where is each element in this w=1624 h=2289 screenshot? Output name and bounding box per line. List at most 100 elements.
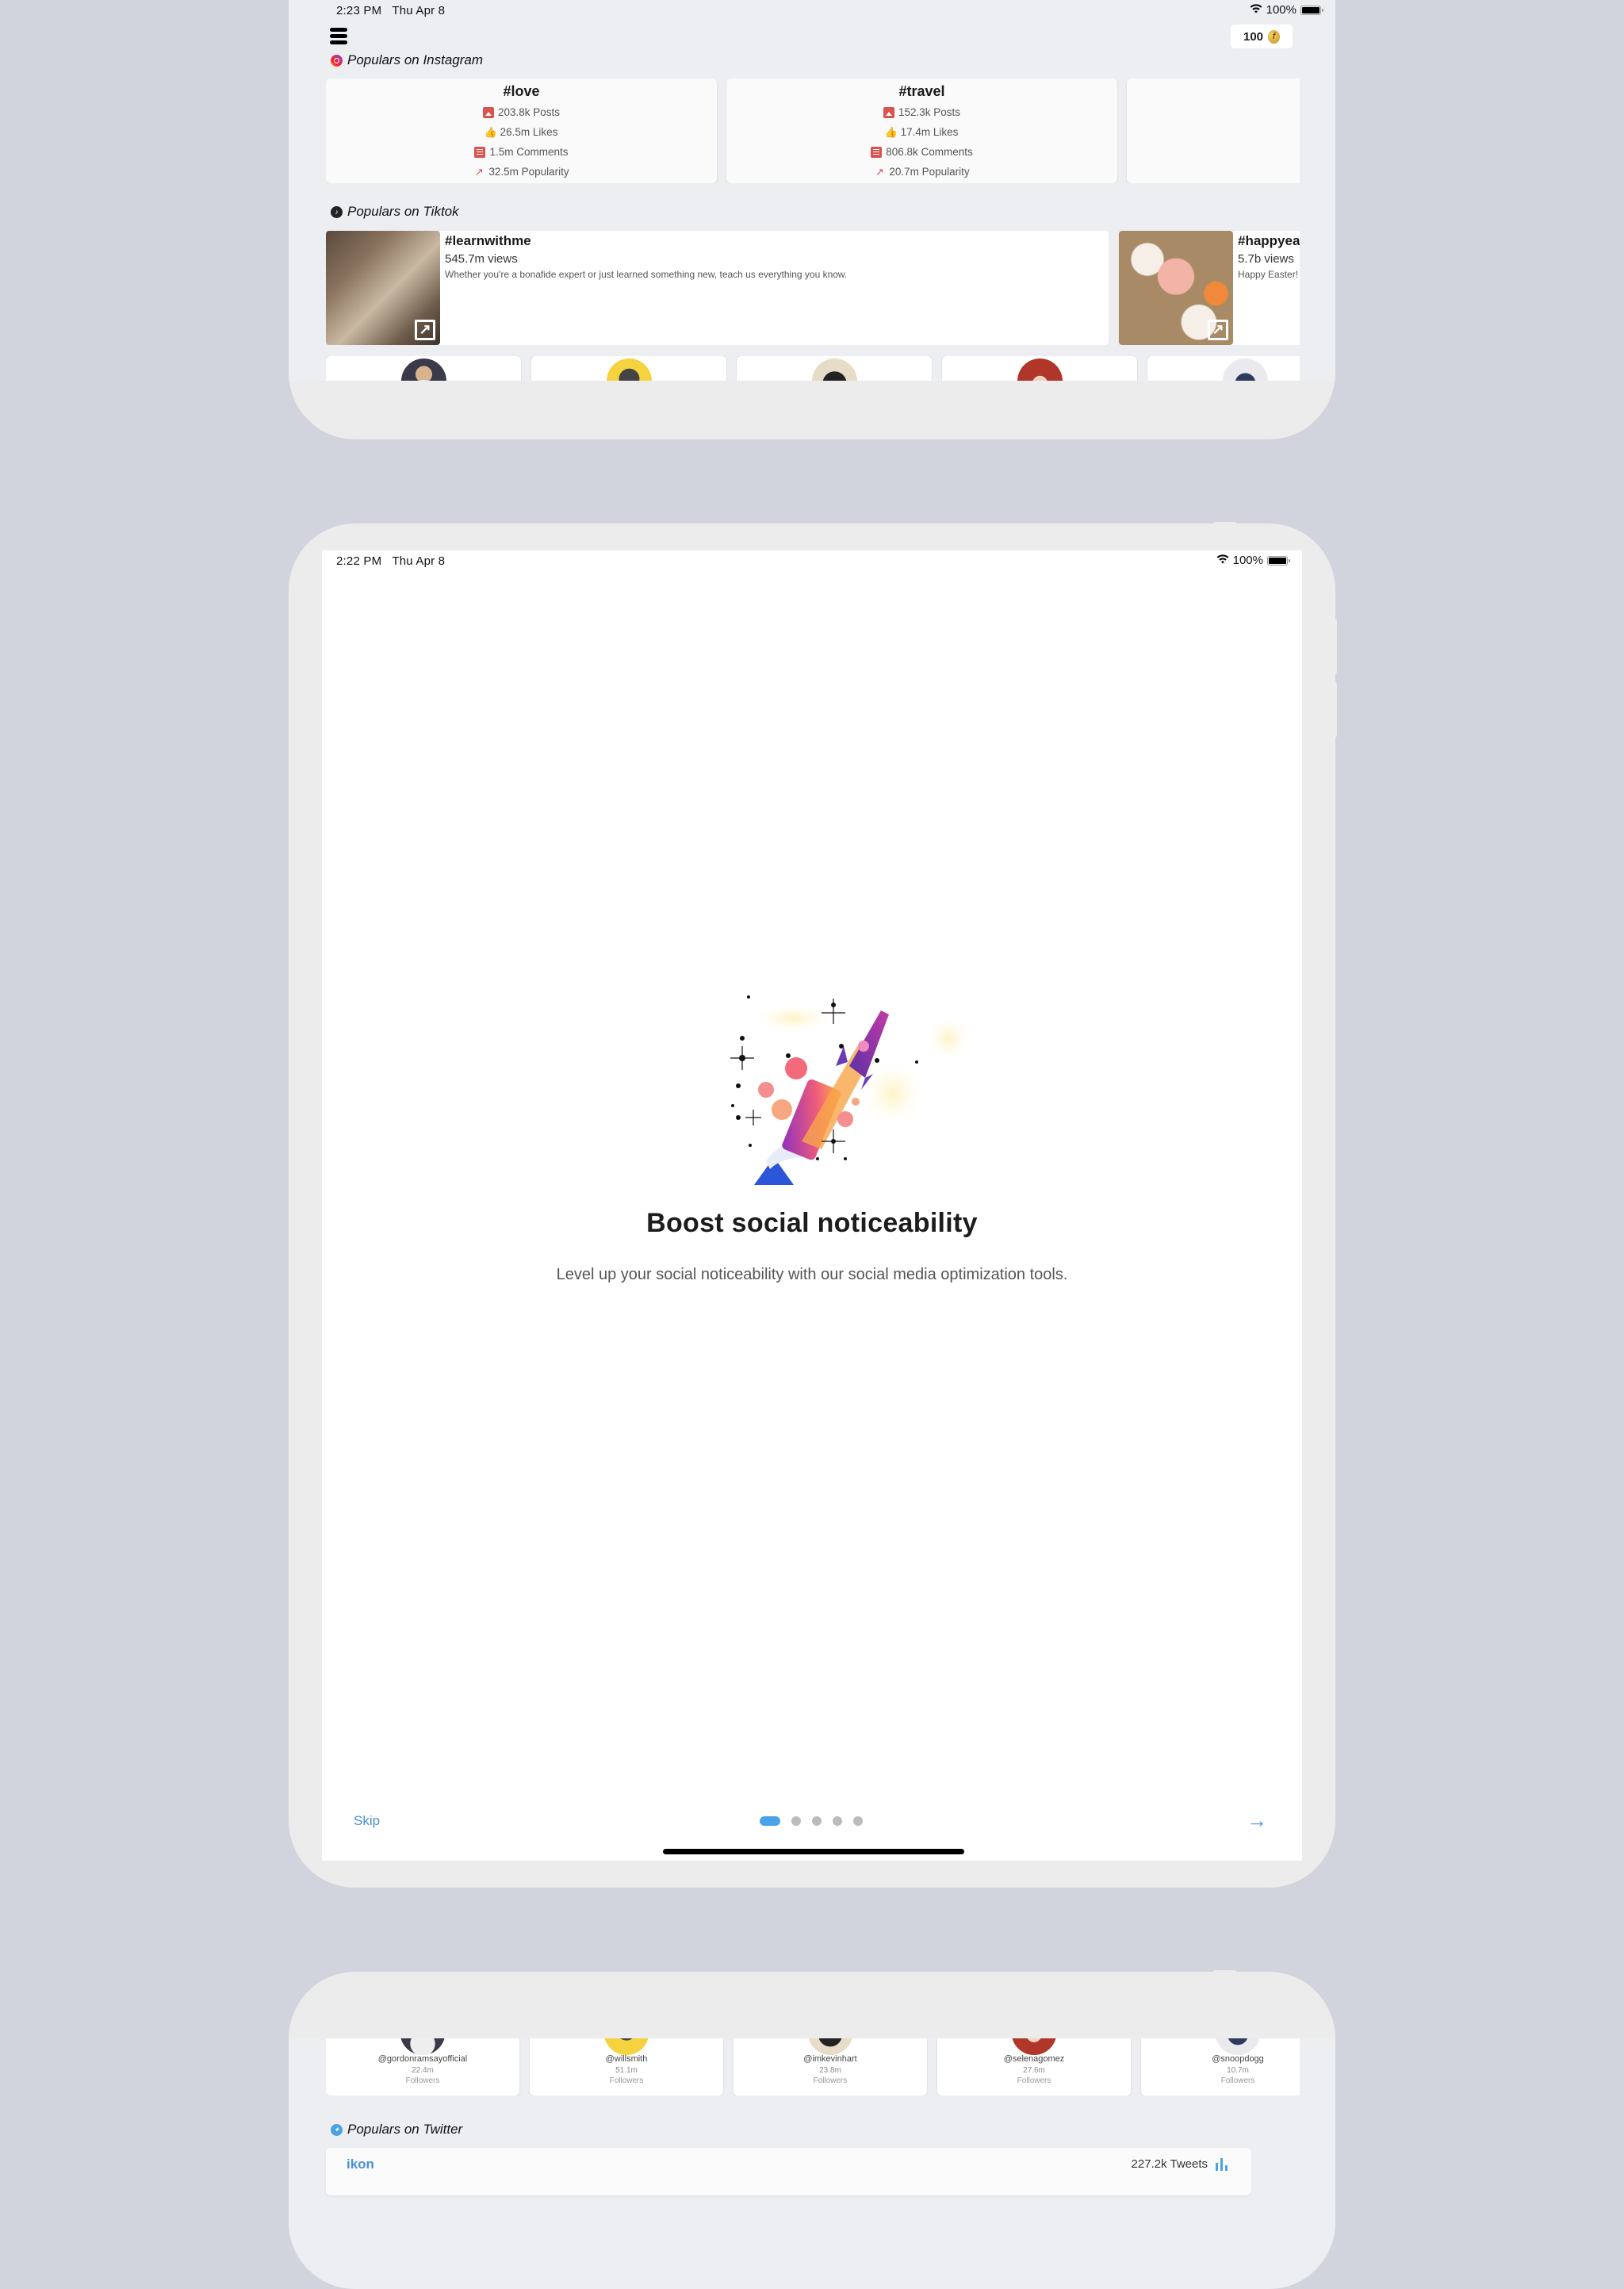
twitter-icon: ✦ [331,2123,343,2136]
page-dot[interactable] [853,1816,863,1826]
celebrity-handle: @gordonramsayofficial [377,2054,468,2064]
next-arrow-button[interactable]: → [1247,1808,1267,1833]
wifi-icon [1216,554,1229,567]
coin-balance-badge[interactable]: 100 f [1231,25,1293,48]
hamburger-menu-icon[interactable] [330,28,347,44]
thumbs-up-icon: 👍 [884,125,898,138]
follower-label: Followers [1017,2076,1051,2085]
celebrity-card[interactable] [531,356,726,381]
avatar [1215,2038,1261,2055]
comment-icon [871,146,883,158]
onboarding-screen: 2:22 PM Thu Apr 8 100% Boost social noti… [322,550,1302,1861]
avatar [400,358,446,381]
hashtag-card[interactable]: #love 203.8k Posts 👍 26.5m Likes 1.5m Com… [326,79,717,183]
gold-coin-icon: f [1268,29,1281,44]
bar-chart-icon [1216,2157,1228,2171]
external-link-icon[interactable]: ↗ [415,320,435,340]
hashtag-description: Whether you're a bonafide expert or just… [445,269,848,280]
celebrity-card[interactable] [1147,356,1300,381]
celebrity-card[interactable] [942,356,1137,381]
follower-label: Followers [609,2076,644,2085]
celebrity-card[interactable]: @selenagomez 27.6m Followers [937,2038,1131,2095]
celebrity-card[interactable]: @imkevinhart 23.8m Followers [733,2038,927,2095]
tweet-count: 227.2k Tweets [1132,2157,1228,2171]
page-indicator[interactable] [760,1816,863,1826]
status-time: 2:23 PM Thu Apr 8 [336,4,446,17]
tiktok-hashtag-carousel[interactable]: ↗ #learnwithme 545.7m views Whether you'… [326,231,1300,345]
section-title-text: Populars on Twitter [347,2122,463,2137]
page-dot[interactable] [833,1816,842,1826]
hashtag-name: #travel [898,83,945,99]
follower-count: 22.4m [412,2066,434,2075]
follower-count: 51.1m [615,2066,638,2075]
hashtag-name: #learnwithme [445,233,531,248]
hashtag-thumbnail: ↗ [326,231,440,345]
twitter-section-title: ✦ Populars on Twitter [331,2122,462,2138]
status-bar: 2:22 PM Thu Apr 8 100% [322,550,1302,573]
wifi-icon [1250,3,1262,17]
skip-button[interactable]: Skip [354,1813,380,1829]
hashtag-name: #love [503,83,540,99]
device-frame-onboarding: 2:22 PM Thu Apr 8 100% Boost social noti… [289,523,1335,1888]
avatar [1222,358,1268,381]
view-count: 5.7b views [1238,252,1294,266]
celebrity-carousel[interactable] [326,356,1300,381]
follower-count: 27.6m [1023,2066,1045,2075]
onboarding-title: Boost social noticeability [646,1208,978,1238]
status-bar: 2:23 PM Thu Apr 8 100% [289,0,1335,22]
follower-count: 10.7m [1227,2066,1249,2075]
celebrity-handle: @imkevinhart [803,2054,857,2064]
section-title-text: Populars on Tiktok [347,204,459,219]
image-icon [883,106,894,118]
page-dot[interactable] [791,1816,801,1826]
tiktok-card[interactable]: ↗ #learnwithme 545.7m views Whether you'… [326,231,1109,345]
tweet-count-text: 227.2k Tweets [1131,2157,1208,2171]
home-indicator[interactable] [663,1849,964,1854]
celebrity-card[interactable] [737,356,932,381]
thumbs-up-icon: 👍 [484,125,497,138]
celebrity-card[interactable] [326,356,521,381]
tiktok-section-title: ♪ Populars on Tiktok [331,204,459,220]
hashtag-thumbnail: ↗ [1119,231,1233,345]
view-count: 545.7m views [445,252,518,266]
section-title-text: Populars on Instagram [347,52,484,67]
page-dot-active[interactable] [760,1816,780,1826]
page-dot[interactable] [812,1816,822,1826]
external-link-icon[interactable]: ↗ [1208,320,1228,340]
onboarding-subtitle: Level up your social noticeability with … [556,1266,1068,1283]
hashtag-card[interactable]: #travel 152.3k Posts 👍 17.4m Likes 806.8k… [726,79,1117,183]
comments-stat: 1.5m Comments [474,142,569,162]
avatar [807,2038,853,2055]
dashboard-screen: 2:23 PM Thu Apr 8 100% 100 f Populars on… [289,0,1335,381]
avatar [606,358,652,381]
avatar [400,2038,446,2055]
celebrity-carousel[interactable]: @gordonramsayofficial 22.4m Followers @w… [326,2038,1300,2095]
rocket-launch-illustration [730,995,972,1185]
tiktok-card[interactable]: ↗ #happyea 5.7b views Happy Easter! [1119,231,1300,345]
popularity-stat: ↗ 32.5m Popularity [474,165,569,178]
hashtag-card[interactable]: #ph 👍 84 ↗2 [1127,79,1300,183]
hashtag-name: #happyea [1238,233,1300,248]
twitter-trend-item[interactable]: ikon 227.2k Tweets [326,2148,1251,2195]
coin-count: 100 [1243,29,1264,44]
trending-up-icon: ↗ [474,165,484,178]
posts-stat: 152.3k Posts [883,102,960,122]
celebrity-card[interactable]: @willsmith 51.1m Followers [530,2038,723,2095]
celebrity-card[interactable]: @snoopdogg 10.7m Followers [1141,2038,1300,2095]
likes-stat: 👍 26.5m Likes [484,125,558,139]
popularity-stat: ↗ 20.7m Popularity [875,165,970,178]
celebrity-card[interactable]: @gordonramsayofficial 22.4m Followers [326,2038,519,2095]
avatar [811,358,857,381]
device-frame-dashboard-scrolled: @gordonramsayofficial 22.4m Followers @w… [289,1972,1335,2289]
trend-name[interactable]: ikon [347,2157,374,2172]
status-right: 100% [1216,554,1290,567]
celebrity-handle: @selenagomez [1003,2054,1065,2064]
follower-label: Followers [405,2076,440,2085]
tiktok-icon: ♪ [331,205,343,218]
dashboard-screen-scrolled: @gordonramsayofficial 22.4m Followers @w… [289,2038,1335,2289]
battery-percent: 100% [1232,554,1263,567]
follower-label: Followers [813,2076,848,2085]
image-icon [482,106,494,118]
avatar [603,2038,649,2055]
instagram-hashtag-carousel[interactable]: #love 203.8k Posts 👍 26.5m Likes 1.5m Com… [326,79,1300,183]
